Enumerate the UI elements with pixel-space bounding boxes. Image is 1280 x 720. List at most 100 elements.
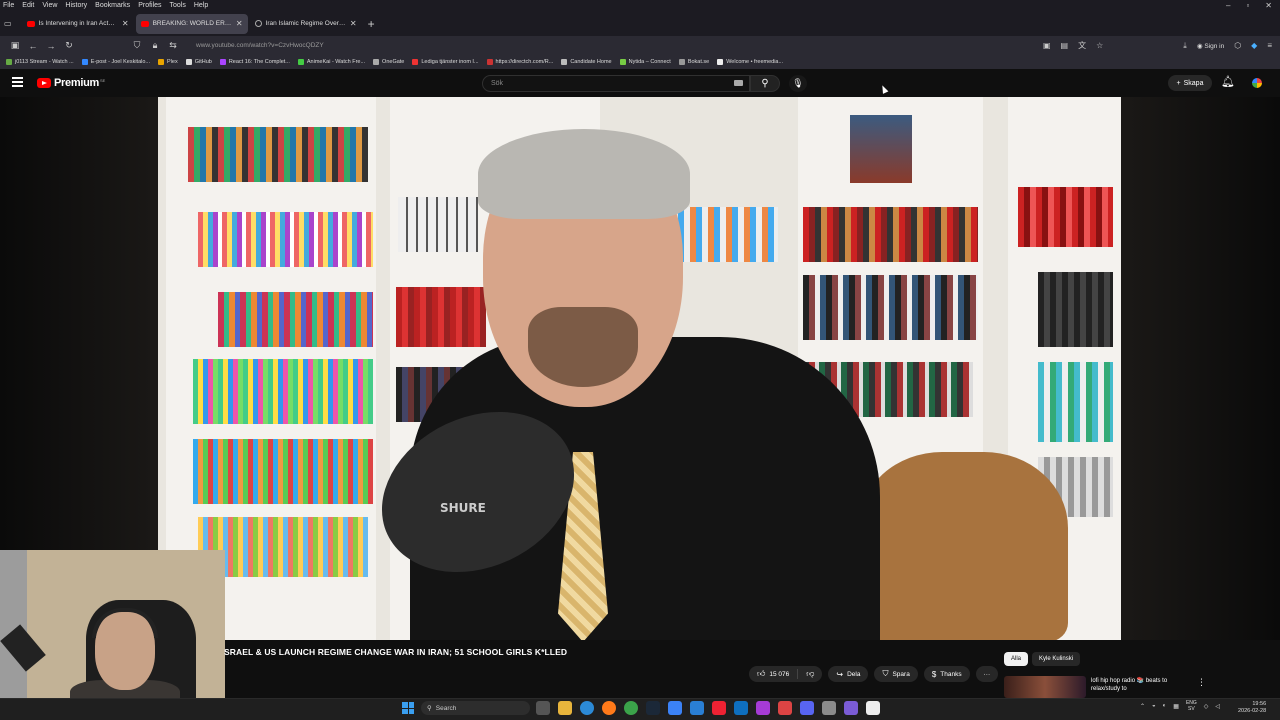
steam-tray-icon[interactable]: ◐ — [1163, 703, 1167, 709]
hamburger-menu-icon[interactable] — [12, 77, 23, 89]
tab-2[interactable]: Iran Islamic Regime Overview ✕ — [250, 14, 362, 34]
bookmark-item[interactable]: AnimeKai - Watch Fre... — [297, 59, 365, 65]
restore-button[interactable]: ▫ — [1246, 1, 1249, 10]
reload-icon[interactable]: ↻ — [60, 40, 78, 51]
tab-0[interactable]: Is Intervening in Iran Actually A... ✕ — [22, 14, 134, 34]
bookmark-icon: ⛉ — [882, 669, 889, 678]
share-button[interactable]: ↪ Dela — [828, 666, 869, 682]
address-bar[interactable]: www.youtube.com/watch?v=CzvHwocQDZY — [196, 42, 324, 49]
permissions-icon[interactable]: ⇆ — [164, 40, 182, 51]
bookmark-item[interactable]: Lediga tjänster inom I... — [412, 59, 479, 65]
menu-tools[interactable]: Tools — [170, 2, 186, 9]
app-icon[interactable] — [778, 701, 792, 715]
new-tab-button[interactable]: + — [368, 17, 375, 31]
bookmark-item[interactable]: Candidate Home — [561, 59, 612, 65]
menu-edit[interactable]: Edit — [22, 2, 34, 9]
menu-help[interactable]: Help — [194, 2, 208, 9]
keyboard-icon[interactable] — [734, 80, 743, 86]
chip-kyle-kulinski[interactable]: Kyle Kulinski — [1032, 652, 1081, 666]
chip-all[interactable]: Alla — [1004, 652, 1029, 666]
volume-icon[interactable]: ◁ — [1215, 703, 1220, 710]
taskbar-search[interactable]: ⚲ Search — [421, 701, 530, 715]
search-input[interactable]: Sök — [482, 75, 750, 92]
app-icon[interactable] — [822, 701, 836, 715]
voice-search-button[interactable]: 🎙︎ — [789, 75, 807, 92]
books-row — [1018, 187, 1113, 247]
chrome-icon[interactable] — [624, 701, 638, 715]
tray-overflow-icon[interactable]: ⌃ — [1140, 703, 1145, 710]
task-view-icon[interactable] — [536, 701, 550, 715]
app-menu-icon[interactable]: ≡ — [1267, 41, 1272, 50]
books-row — [396, 287, 486, 347]
forward-icon[interactable]: → — [42, 41, 60, 51]
wifi-icon[interactable]: ◇ — [1204, 703, 1209, 710]
close-window-button[interactable]: ✕ — [1265, 1, 1272, 10]
lock-icon[interactable]: 🔒︎ — [146, 40, 164, 51]
create-button[interactable]: + Skapa — [1168, 75, 1212, 91]
vscode-icon[interactable] — [690, 701, 704, 715]
close-tab-icon[interactable]: ✕ — [350, 19, 357, 28]
file-explorer-icon[interactable] — [558, 701, 572, 715]
bookmark-star-icon[interactable]: ☆ — [1096, 41, 1103, 50]
time: 19:56 — [1252, 701, 1267, 707]
dislike-button[interactable]: 👎︎ — [798, 666, 822, 682]
notepad-icon[interactable] — [866, 701, 880, 715]
screenshot-icon[interactable]: ▣ — [1043, 41, 1051, 50]
app-icon[interactable] — [668, 701, 682, 715]
app-icon[interactable] — [844, 701, 858, 715]
reader-view-icon[interactable]: ▤ — [1061, 41, 1069, 50]
menu-profiles[interactable]: Profiles — [138, 2, 161, 9]
app-icon[interactable] — [734, 701, 748, 715]
menu-file[interactable]: File — [3, 2, 14, 9]
youtube-logo[interactable]: Premium SE — [37, 77, 105, 89]
more-actions-button[interactable]: ··· — [975, 666, 999, 682]
thanks-button[interactable]: $ Thanks — [923, 666, 970, 682]
edge-icon[interactable] — [580, 701, 594, 715]
network-icon[interactable]: ◒ — [1152, 703, 1156, 709]
avatar[interactable] — [1252, 78, 1262, 88]
sidebar-toggle-icon[interactable]: ▣ — [6, 40, 24, 51]
discord-icon[interactable] — [800, 701, 814, 715]
bookmark-item[interactable]: React 16: The Complet... — [219, 59, 290, 65]
sign-in-button[interactable]: ◉ Sign in — [1197, 42, 1224, 50]
bookmark-item[interactable]: E-post - Joel Keskitalo... — [81, 59, 150, 65]
bookmark-item[interactable]: https://directch.com/R... — [486, 59, 553, 65]
app-icon[interactable] — [712, 701, 726, 715]
back-icon[interactable]: ← — [24, 41, 42, 51]
bookmark-item[interactable]: GitHub — [185, 59, 212, 65]
minimize-button[interactable]: – — [1226, 1, 1230, 10]
bookmark-item[interactable]: Nytida – Connect — [619, 59, 671, 65]
extension-icon[interactable]: ◆ — [1251, 41, 1257, 50]
downloads-icon[interactable]: ⤓ — [1183, 41, 1187, 51]
save-button[interactable]: ⛉ Spara — [874, 666, 918, 682]
recommendation-title[interactable]: lofi hip hop radio 📚 beats to relax/stud… — [1091, 677, 1191, 693]
bookmark-item[interactable]: Welcome • freemedia... — [717, 59, 783, 65]
tab-list-icon[interactable]: ▭ — [4, 19, 12, 28]
clock[interactable]: 19:56 2026-02-28 — [1238, 701, 1266, 715]
menu-history[interactable]: History — [65, 2, 87, 9]
tab-1[interactable]: BREAKING: WORLD ERUPTS AS... ✕ — [135, 13, 248, 34]
close-tab-icon[interactable]: ✕ — [122, 19, 129, 28]
steam-icon[interactable] — [646, 701, 660, 715]
app-icon[interactable] — [756, 701, 770, 715]
video-frame[interactable]: SHURE — [158, 97, 1121, 640]
shield-icon[interactable]: ⛉ — [128, 40, 146, 51]
close-tab-icon[interactable]: ✕ — [236, 19, 243, 28]
translate-icon[interactable]: 文 — [1078, 40, 1086, 51]
app-tray-icon[interactable]: ▦ — [1173, 703, 1179, 710]
recommendation-thumbnail[interactable] — [1004, 676, 1086, 698]
bookmark-item[interactable]: OneGate — [373, 59, 404, 65]
search-button[interactable]: ⚲ — [750, 75, 780, 92]
windows-start-icon[interactable] — [402, 702, 414, 714]
like-button[interactable]: 👍︎ 15 076 — [749, 666, 797, 682]
notifications-bell-icon[interactable]: 🔔︎ — [1221, 75, 1235, 88]
bookmark-item[interactable]: j0113 Stream - Watch ... — [6, 59, 74, 65]
bookmark-item[interactable]: Bokat.se — [678, 59, 709, 65]
firefox-icon[interactable] — [602, 701, 616, 715]
bookmark-item[interactable]: Plex — [158, 59, 178, 65]
recommendation-more-icon[interactable]: ⋮ — [1197, 677, 1206, 688]
extensions-icon[interactable]: ⬡ — [1234, 41, 1241, 50]
menu-bookmarks[interactable]: Bookmarks — [95, 2, 130, 9]
language-indicator[interactable]: ENG SV — [1186, 700, 1197, 712]
menu-view[interactable]: View — [42, 2, 57, 9]
